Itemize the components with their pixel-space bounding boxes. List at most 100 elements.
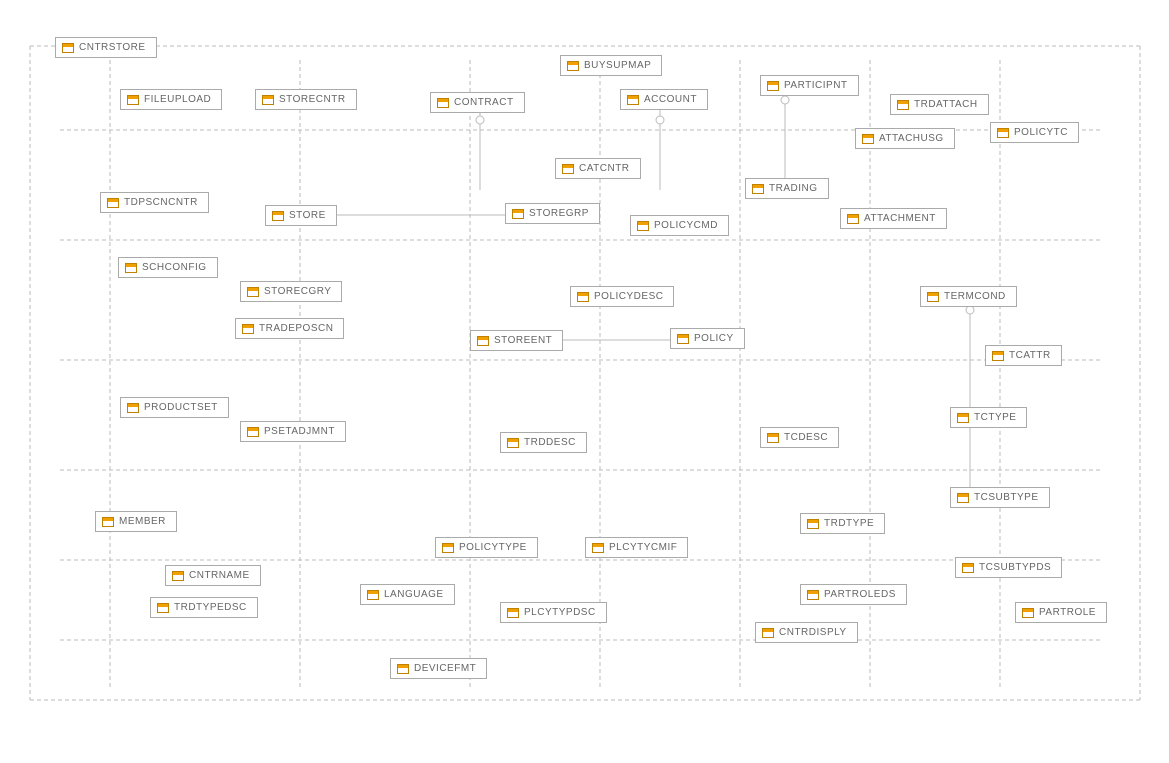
entity-plcytycmif[interactable]: PLCYTYCMIF — [585, 537, 688, 558]
entity-tradeposcn[interactable]: TRADEPOSCN — [235, 318, 344, 339]
entity-devicefmt[interactable]: DEVICEFMT — [390, 658, 487, 679]
entity-label: ATTACHUSG — [879, 133, 944, 144]
entity-trading[interactable]: TRADING — [745, 178, 829, 199]
entity-cntrdisply[interactable]: CNTRDISPLY — [755, 622, 858, 643]
entity-label: DEVICEFMT — [414, 663, 476, 674]
entity-label: TDPSCNCNTR — [124, 197, 198, 208]
entity-account[interactable]: ACCOUNT — [620, 89, 708, 110]
entity-policycmd[interactable]: POLICYCMD — [630, 215, 729, 236]
entity-policytc[interactable]: POLICYTC — [990, 122, 1079, 143]
table-icon — [962, 563, 974, 573]
table-icon — [127, 403, 139, 413]
table-icon — [847, 214, 859, 224]
entity-cntrstore[interactable]: CNTRSTORE — [55, 37, 157, 58]
table-icon — [247, 427, 259, 437]
entity-label: PARTICIPNT — [784, 80, 848, 91]
entity-label: PARTROLEDS — [824, 589, 896, 600]
entity-label: TCDESC — [784, 432, 828, 443]
table-icon — [157, 603, 169, 613]
entity-storeent[interactable]: STOREENT — [470, 330, 563, 351]
table-icon — [127, 95, 139, 105]
entity-tcattr[interactable]: TCATTR — [985, 345, 1062, 366]
entity-label: PSETADJMNT — [264, 426, 335, 437]
entity-attachment[interactable]: ATTACHMENT — [840, 208, 947, 229]
entity-trdtype[interactable]: TRDTYPE — [800, 513, 885, 534]
table-icon — [767, 81, 779, 91]
table-icon — [442, 543, 454, 553]
entity-member[interactable]: MEMBER — [95, 511, 177, 532]
entity-partroleds[interactable]: PARTROLEDS — [800, 584, 907, 605]
table-icon — [62, 43, 74, 53]
entity-participnt[interactable]: PARTICIPNT — [760, 75, 859, 96]
entity-label: ATTACHMENT — [864, 213, 936, 224]
table-icon — [992, 351, 1004, 361]
entity-attachusg[interactable]: ATTACHUSG — [855, 128, 955, 149]
entity-policy[interactable]: POLICY — [670, 328, 745, 349]
entity-buysupmap[interactable]: BUYSUPMAP — [560, 55, 662, 76]
entity-policytype[interactable]: POLICYTYPE — [435, 537, 538, 558]
table-icon — [957, 493, 969, 503]
entity-label: STORE — [289, 210, 326, 221]
table-icon — [437, 98, 449, 108]
entity-trdtypedsc[interactable]: TRDTYPEDSC — [150, 597, 258, 618]
table-icon — [897, 100, 909, 110]
entity-label: ACCOUNT — [644, 94, 697, 105]
entity-label: TRDDESC — [524, 437, 576, 448]
table-icon — [592, 543, 604, 553]
entity-tctype[interactable]: TCTYPE — [950, 407, 1027, 428]
entity-partrole[interactable]: PARTROLE — [1015, 602, 1107, 623]
entity-label: CNTRSTORE — [79, 42, 146, 53]
entity-storecntr[interactable]: STORECNTR — [255, 89, 357, 110]
entity-label: TCTYPE — [974, 412, 1016, 423]
entity-label: MEMBER — [119, 516, 166, 527]
entity-label: PLCYTYPDSC — [524, 607, 596, 618]
table-icon — [957, 413, 969, 423]
entity-label: PARTROLE — [1039, 607, 1096, 618]
table-icon — [107, 198, 119, 208]
entity-trdattach[interactable]: TRDATTACH — [890, 94, 989, 115]
entity-storegrp[interactable]: STOREGRP — [505, 203, 600, 224]
entity-store[interactable]: STORE — [265, 205, 337, 226]
table-icon — [397, 664, 409, 674]
entity-catcntr[interactable]: CATCNTR — [555, 158, 641, 179]
entity-termcond[interactable]: TERMCOND — [920, 286, 1017, 307]
entity-label: POLICYCMD — [654, 220, 718, 231]
entity-label: TCSUBTYPE — [974, 492, 1039, 503]
table-icon — [242, 324, 254, 334]
entity-productset[interactable]: PRODUCTSET — [120, 397, 229, 418]
entity-plcytypdsc[interactable]: PLCYTYPDSC — [500, 602, 607, 623]
entity-label: TERMCOND — [944, 291, 1006, 302]
table-icon — [627, 95, 639, 105]
entity-contract[interactable]: CONTRACT — [430, 92, 525, 113]
entity-label: CNTRNAME — [189, 570, 250, 581]
table-icon — [507, 608, 519, 618]
entity-label: STORECGRY — [264, 286, 331, 297]
entity-language[interactable]: LANGUAGE — [360, 584, 455, 605]
table-icon — [562, 164, 574, 174]
entity-storecgry[interactable]: STORECGRY — [240, 281, 342, 302]
table-icon — [367, 590, 379, 600]
table-icon — [1022, 608, 1034, 618]
entity-label: POLICYTYPE — [459, 542, 527, 553]
entity-tcsubtypds[interactable]: TCSUBTYPDS — [955, 557, 1062, 578]
connector-layer — [0, 0, 1169, 763]
entity-label: STORECNTR — [279, 94, 346, 105]
table-icon — [677, 334, 689, 344]
entity-policydesc[interactable]: POLICYDESC — [570, 286, 674, 307]
entity-psetadjmnt[interactable]: PSETADJMNT — [240, 421, 346, 442]
entity-fileupload[interactable]: FILEUPLOAD — [120, 89, 222, 110]
table-icon — [247, 287, 259, 297]
entity-cntrname[interactable]: CNTRNAME — [165, 565, 261, 586]
table-icon — [862, 134, 874, 144]
table-icon — [102, 517, 114, 527]
entity-trddesc[interactable]: TRDDESC — [500, 432, 587, 453]
entity-tdpscncntr[interactable]: TDPSCNCNTR — [100, 192, 209, 213]
table-icon — [507, 438, 519, 448]
entity-schconfig[interactable]: SCHCONFIG — [118, 257, 218, 278]
entity-tcdesc[interactable]: TCDESC — [760, 427, 839, 448]
entity-label: CNTRDISPLY — [779, 627, 847, 638]
table-icon — [262, 95, 274, 105]
entity-tcsubtype[interactable]: TCSUBTYPE — [950, 487, 1050, 508]
entity-label: TRDTYPEDSC — [174, 602, 247, 613]
entity-label: CONTRACT — [454, 97, 514, 108]
